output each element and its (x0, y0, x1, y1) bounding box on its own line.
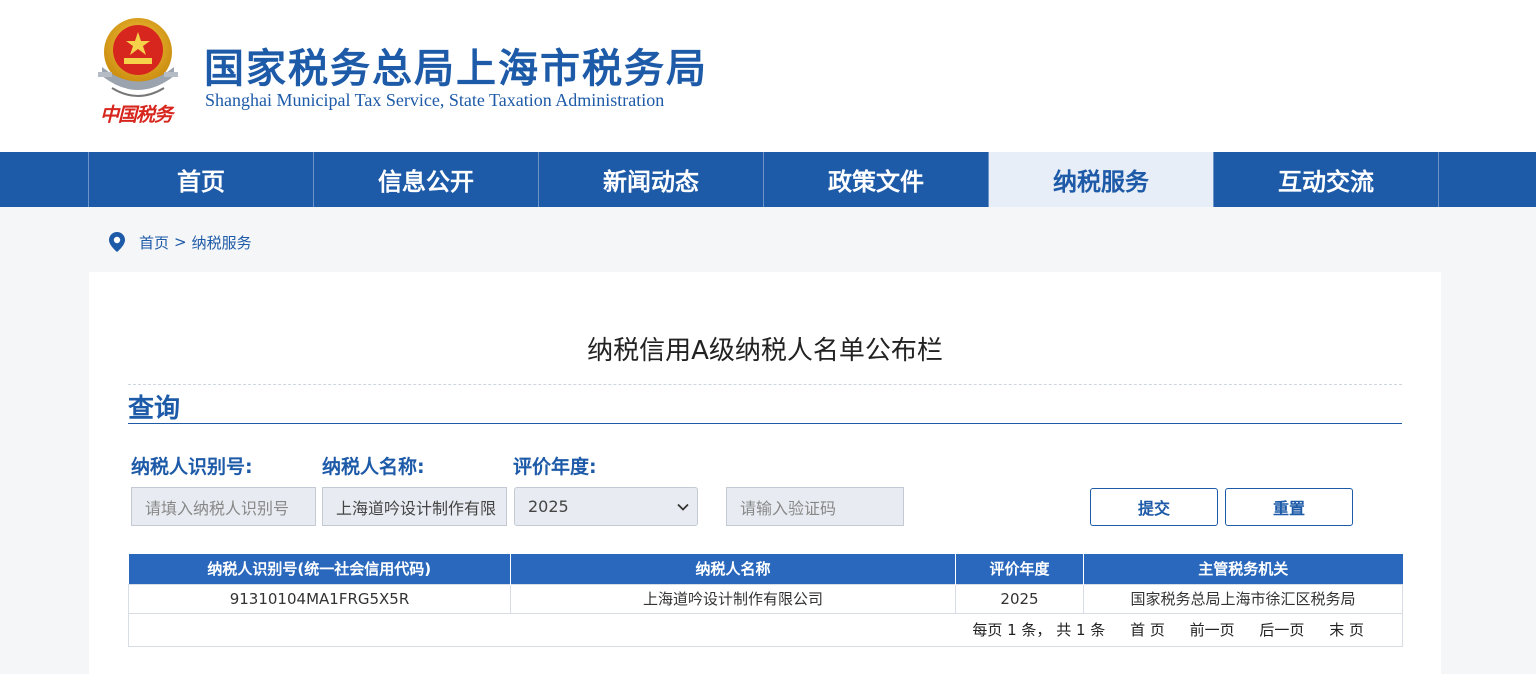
nav-item-policy[interactable]: 政策文件 (764, 152, 989, 207)
nav-item-home[interactable]: 首页 (89, 152, 314, 207)
pager: 每页 1 条， 共 1 条 首 页 前一页 后一页 末 页 (128, 612, 1403, 647)
cell-tax-authority: 国家税务总局上海市徐汇区税务局 (1083, 583, 1403, 614)
site-subtitle: Shanghai Municipal Tax Service, State Ta… (205, 90, 665, 110)
table-row: 91310104MA1FRG5X5R 上海道吟设计制作有限公司 2025 国家税… (128, 583, 1403, 614)
nav-item-info-disclosure[interactable]: 信息公开 (314, 152, 539, 207)
breadcrumb: 首页 > 纳税服务 (108, 230, 252, 254)
section-title-query: 查询 (128, 394, 181, 424)
breadcrumb-current[interactable]: 纳税服务 (192, 232, 252, 253)
cell-taxpayer-name: 上海道吟设计制作有限公司 (510, 583, 956, 614)
evaluation-year-label: 评价年度: (513, 456, 597, 478)
taxpayer-id-input[interactable]: 请填入纳税人识别号 (131, 487, 316, 526)
site-title: 国家税务总局上海市税务局 (204, 46, 708, 92)
column-header-tax-authority: 主管税务机关 (1083, 554, 1403, 584)
captcha-placeholder: 请输入验证码 (740, 498, 837, 518)
nav-item-interaction[interactable]: 互动交流 (1214, 152, 1439, 207)
pager-info: 每页 1 条， 共 1 条 (972, 621, 1106, 639)
location-pin-icon (109, 232, 125, 252)
pager-last-link[interactable]: 末 页 (1329, 621, 1364, 639)
evaluation-year-value: 2025 (528, 497, 569, 516)
nav-item-news[interactable]: 新闻动态 (539, 152, 764, 207)
section-divider (128, 423, 1402, 424)
pager-first-link[interactable]: 首 页 (1130, 621, 1165, 639)
pager-next-link[interactable]: 后一页 (1259, 621, 1304, 639)
breadcrumb-separator: > (174, 233, 187, 251)
pager-row: 每页 1 条， 共 1 条 首 页 前一页 后一页 末 页 (128, 612, 1403, 647)
column-header-evaluation-year: 评价年度 (955, 554, 1084, 584)
captcha-input[interactable]: 请输入验证码 (726, 487, 904, 526)
evaluation-year-select[interactable]: 2025 (514, 487, 698, 526)
breadcrumb-home-link[interactable]: 首页 (139, 232, 169, 253)
column-header-taxpayer-name: 纳税人名称 (510, 554, 956, 584)
reset-button[interactable]: 重置 (1225, 488, 1353, 526)
dashed-divider (128, 384, 1402, 385)
main-nav: 首页 信息公开 新闻动态 政策文件 纳税服务 互动交流 (0, 152, 1536, 207)
results-table: 纳税人识别号(统一社会信用代码) 纳税人名称 评价年度 主管税务机关 91310… (128, 554, 1403, 647)
taxpayer-name-value: 上海道吟设计制作有限 (336, 498, 497, 518)
emblem-caption: 中国税务 (100, 104, 173, 126)
submit-button[interactable]: 提交 (1090, 488, 1218, 526)
page-title: 纳税信用A级纳税人名单公布栏 (587, 336, 943, 366)
taxpayer-id-placeholder: 请填入纳税人识别号 (145, 498, 290, 518)
column-header-taxpayer-id: 纳税人识别号(统一社会信用代码) (128, 554, 511, 584)
site-header: 中国税务 国家税务总局上海市税务局 Shanghai Municipal Tax… (0, 0, 1536, 152)
cell-evaluation-year: 2025 (955, 583, 1084, 614)
pager-prev-link[interactable]: 前一页 (1190, 621, 1235, 639)
chevron-down-icon (677, 503, 689, 511)
nav-item-tax-service[interactable]: 纳税服务 (989, 152, 1214, 207)
table-header-row: 纳税人识别号(统一社会信用代码) 纳税人名称 评价年度 主管税务机关 (128, 554, 1403, 584)
taxpayer-name-input[interactable]: 上海道吟设计制作有限 (322, 487, 507, 526)
taxpayer-name-label: 纳税人名称: (322, 456, 425, 478)
cell-taxpayer-id: 91310104MA1FRG5X5R (128, 583, 511, 614)
content-card: 纳税信用A级纳税人名单公布栏 查询 纳税人识别号: 纳税人名称: 评价年度: 请… (89, 272, 1441, 674)
taxpayer-id-label: 纳税人识别号: (131, 456, 253, 478)
